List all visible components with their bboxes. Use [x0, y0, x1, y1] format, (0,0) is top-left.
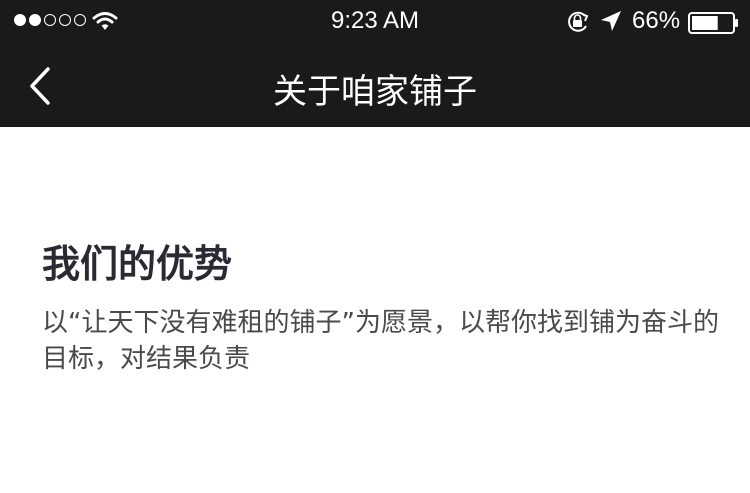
page-title: 关于咱家铺子	[273, 72, 477, 112]
battery-icon	[688, 12, 740, 38]
main-content: 我们的优势 以“让天下没有难租的铺子”为愿景，以帮你找到铺为奋斗的目标，对结果负…	[0, 127, 750, 493]
battery-percentage: 66%	[632, 7, 681, 34]
orientation-lock-icon	[565, 10, 591, 38]
section-title: 我们的优势	[42, 242, 233, 286]
section-description: 以“让天下没有难租的铺子”为愿景，以帮你找到铺为奋斗的目标，对结果负责	[42, 308, 719, 374]
location-arrow-icon	[600, 10, 622, 36]
navigation-bar: 关于咱家铺子	[0, 42, 750, 127]
app-header: 9:23 AM 66% 关于咱家铺子	[0, 0, 750, 127]
status-bar: 9:23 AM 66%	[0, 0, 750, 42]
